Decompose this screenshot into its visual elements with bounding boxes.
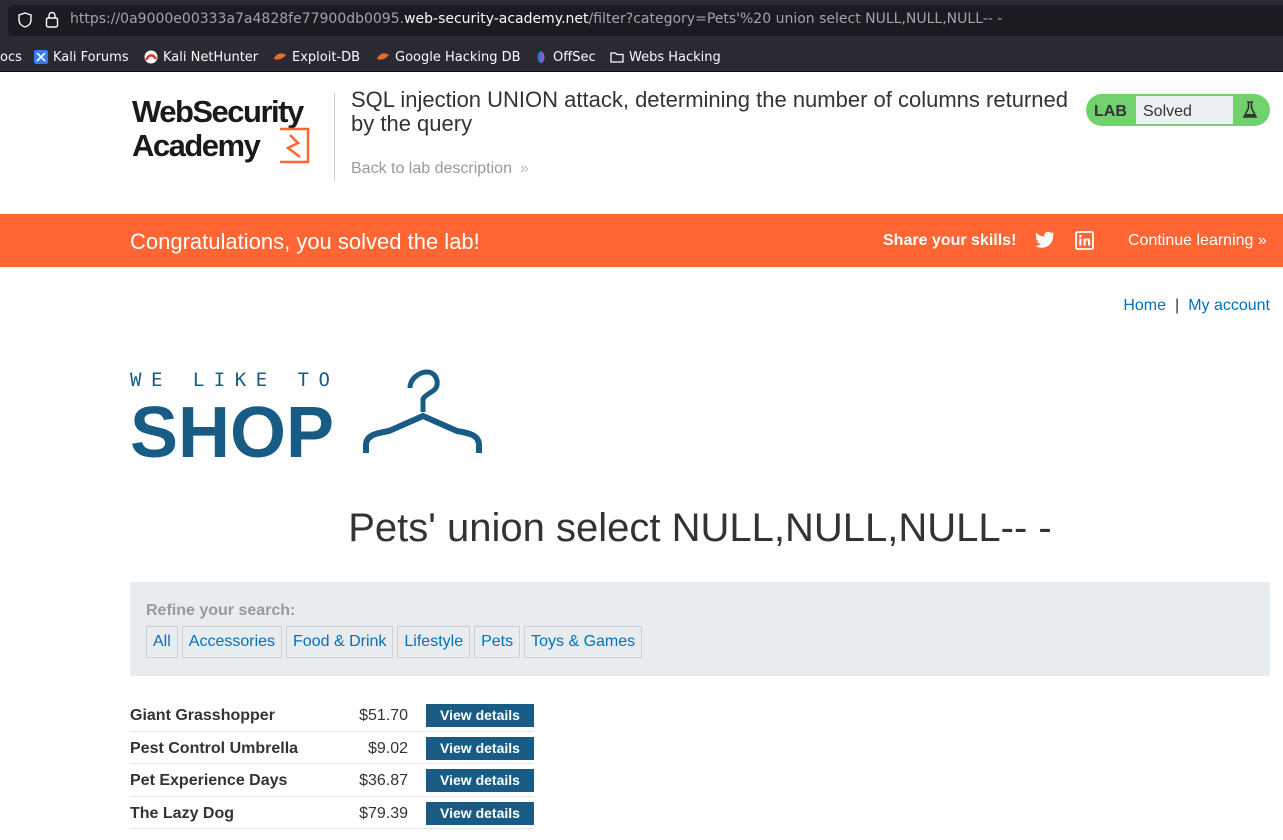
top-nav: Home | My account <box>1123 297 1270 315</box>
bookmark-label: Kali Forums <box>53 49 129 65</box>
lab-status-field: Solved <box>1135 95 1234 125</box>
bookmark-kali-forums[interactable]: Kali Forums <box>34 48 129 66</box>
exploit-db-icon <box>274 53 286 60</box>
bookmark-label: Kali NetHunter <box>163 49 259 65</box>
category-filter-food-drink[interactable]: Food & Drink <box>286 626 394 658</box>
continue-learning-link[interactable]: Continue learning » <box>1128 232 1267 250</box>
we-like-to-shop-logo: WE LIKE TO SHOP <box>130 369 482 460</box>
back-link-label: Back to lab description <box>351 160 512 177</box>
url-path: /filter?category=Pets'%20 union select N… <box>588 11 1003 27</box>
bookmark-folder-webs-hacking[interactable]: Webs Hacking <box>610 48 721 66</box>
filter-panel: Refine your search: All Accessories Food… <box>130 582 1270 676</box>
kali-forums-icon <box>34 50 48 64</box>
browser-toolbar: https://0a9000e00333a7a4828fe77900db0095… <box>0 0 1283 42</box>
svg-text:Academy: Academy <box>132 128 262 163</box>
category-filter-accessories[interactable]: Accessories <box>181 626 283 658</box>
product-name: The Lazy Dog <box>130 804 235 822</box>
bookmark-label: Webs Hacking <box>629 49 721 65</box>
url-domain: web-security-academy.net <box>404 11 589 27</box>
product-name: Pest Control Umbrella <box>130 739 299 757</box>
lab-badge-label: LAB <box>1094 103 1127 120</box>
view-details-button[interactable]: View details <box>426 736 534 760</box>
product-price: $9.02 <box>367 739 408 757</box>
lab-status-widget: LAB Solved <box>1086 94 1270 126</box>
url-text[interactable]: https://0a9000e00333a7a4828fe77900db0095… <box>70 11 1002 27</box>
category-filter-toys-games[interactable]: Toys & Games <box>524 626 643 658</box>
share-skills-label: Share your skills! <box>883 232 1017 249</box>
bookmark-kali-nethunter[interactable]: Kali NetHunter <box>144 48 258 66</box>
url-prefix: https://0a9000e00333a7a4828fe77900db0095… <box>70 11 405 27</box>
svg-text:WebSecurity: WebSecurity <box>132 94 305 129</box>
header-divider <box>334 93 335 181</box>
category-filter-pets[interactable]: Pets <box>474 626 521 658</box>
folder-icon <box>610 52 624 63</box>
product-price: $51.70 <box>359 707 408 724</box>
back-to-lab-description-link[interactable]: Back to lab description » <box>351 160 529 178</box>
table-row: Pet Experience Days $36.87 View details <box>130 764 534 797</box>
table-row: The Lazy Dog $79.39 View details <box>130 797 534 829</box>
ghdb-icon <box>377 53 389 60</box>
bookmark-label: Exploit-DB <box>292 49 361 65</box>
svg-text:SHOP: SHOP <box>130 393 334 460</box>
congratulations-message: Congratulations, you solved the lab! <box>130 229 480 254</box>
svg-text:WE LIKE TO: WE LIKE TO <box>130 369 339 391</box>
view-details-button[interactable]: View details <box>426 801 534 825</box>
table-row: Pest Control Umbrella $9.02 View details <box>130 732 534 764</box>
bookmark-docs[interactable]: ocs <box>0 48 22 66</box>
bookmarks-toolbar: ocs Kali Forums Kali NetHunter Exploit-D… <box>0 42 1283 72</box>
shield-icon[interactable] <box>18 12 32 28</box>
view-details-button[interactable]: View details <box>426 704 534 727</box>
category-filter-lifestyle[interactable]: Lifestyle <box>397 626 471 658</box>
address-bar[interactable]: https://0a9000e00333a7a4828fe77900db0095… <box>8 5 1283 36</box>
product-table: Giant Grasshopper $51.70 View details Pe… <box>130 699 534 829</box>
bookmark-exploit-db[interactable]: Exploit-DB <box>273 48 360 66</box>
refine-search-label: Refine your search: <box>146 602 296 619</box>
bookmark-label: ocs <box>0 49 22 65</box>
bookmark-label: Google Hacking DB <box>395 49 521 65</box>
bookmark-offsec[interactable]: OffSec <box>534 48 596 66</box>
lab-status-text: Solved <box>1143 103 1192 120</box>
bookmark-google-hacking-db[interactable]: Google Hacking DB <box>376 48 521 66</box>
product-price: $36.87 <box>359 772 408 789</box>
double-chevron-right-icon: » <box>1257 232 1267 249</box>
category-filter-all[interactable]: All <box>146 626 178 658</box>
product-name: Pet Experience Days <box>130 772 288 789</box>
product-name: Giant Grasshopper <box>130 707 275 724</box>
home-link[interactable]: Home <box>1123 297 1166 314</box>
flask-icon <box>1242 101 1258 118</box>
lab-title: SQL injection UNION attack, determining … <box>351 87 1068 136</box>
twitter-icon[interactable] <box>1035 231 1055 249</box>
category-heading: Pets' union select NULL,NULL,NULL-- - <box>348 506 1052 550</box>
continue-learning-label: Continue learning <box>1128 232 1254 249</box>
table-row: Giant Grasshopper $51.70 View details <box>130 699 534 732</box>
linkedin-icon[interactable] <box>1075 231 1094 250</box>
product-price: $79.39 <box>359 804 408 822</box>
nav-separator: | <box>1175 297 1180 314</box>
lab-solved-banner: Congratulations, you solved the lab! Sha… <box>0 214 1283 267</box>
lock-icon[interactable] <box>45 11 59 28</box>
my-account-link[interactable]: My account <box>1188 297 1270 314</box>
offsec-icon <box>537 51 545 63</box>
web-security-academy-logo[interactable]: WebSecurity Academy <box>132 93 332 165</box>
category-filter-list: All Accessories Food & Drink Lifestyle P… <box>146 626 643 658</box>
double-chevron-right-icon: » <box>519 160 529 177</box>
view-details-button[interactable]: View details <box>426 769 534 792</box>
kali-nethunter-icon <box>144 50 158 64</box>
bookmark-label: OffSec <box>553 49 596 65</box>
